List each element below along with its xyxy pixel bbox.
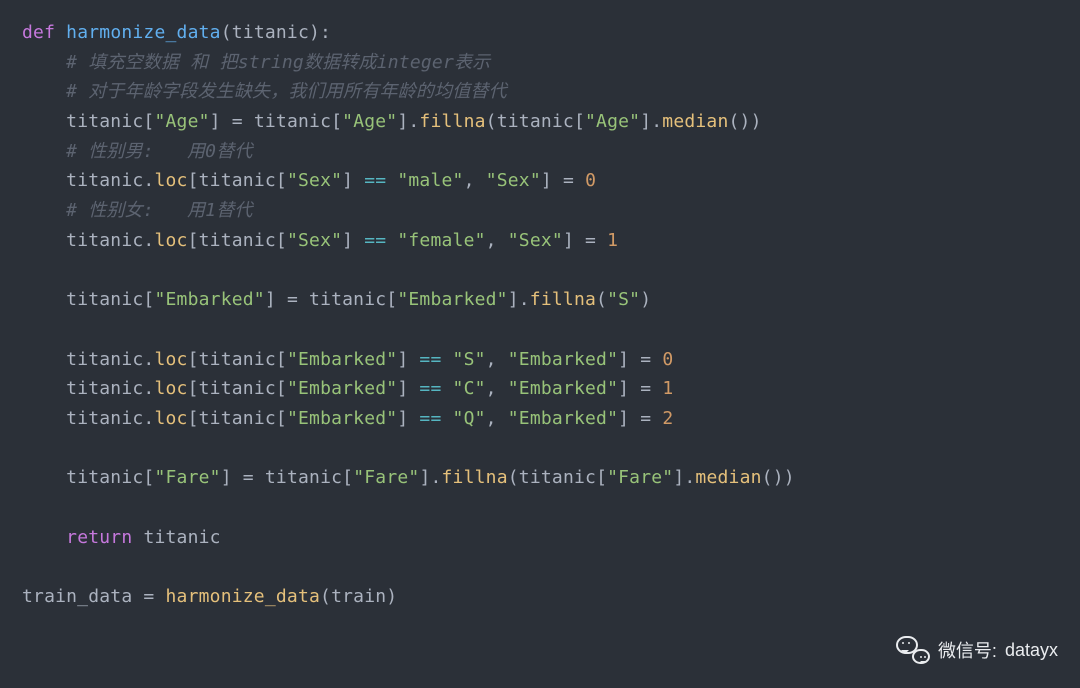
wechat-watermark: 微信号: datayx (896, 636, 1058, 664)
watermark-value: datayx (1005, 640, 1058, 661)
wechat-icon (896, 636, 930, 664)
kw-def: def (22, 22, 55, 43)
train-data-var: train_data (22, 586, 132, 607)
fn-name: harmonize_data (66, 22, 221, 43)
code-block: def harmonize_data(titanic): # 填充空数据 和 把… (0, 0, 1080, 630)
comment: # 对于年龄字段发生缺失，我们用所有年龄的均值替代 (66, 81, 507, 102)
watermark-label: 微信号: (938, 637, 997, 663)
comment: # 性别男: 用0替代 (66, 141, 252, 162)
param: titanic (232, 22, 309, 43)
kw-return: return (66, 527, 132, 548)
comment: # 填充空数据 和 把string数据转成integer表示 (66, 52, 490, 73)
comment: # 性别女: 用1替代 (66, 200, 252, 221)
